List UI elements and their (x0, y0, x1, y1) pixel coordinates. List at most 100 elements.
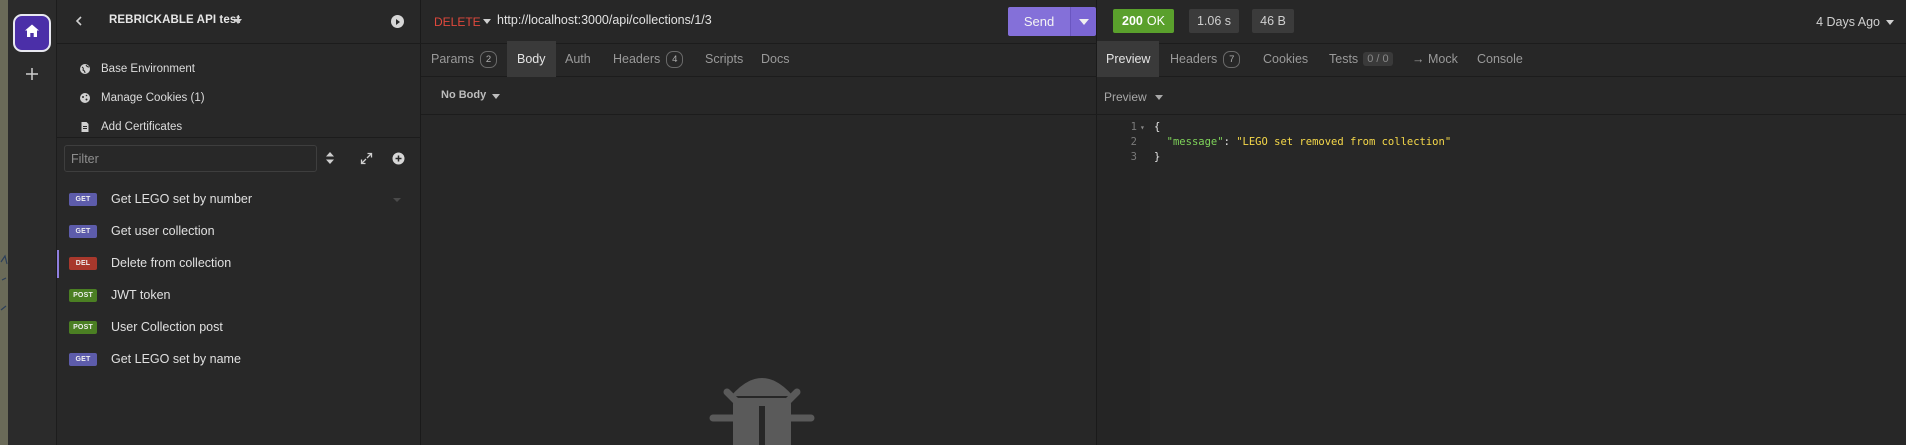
caret-down-icon[interactable] (483, 19, 491, 24)
response-tabs: Preview Headers 7 Cookies Tests 0 / 0 → … (1097, 41, 1906, 77)
request-item[interactable]: GET Get user collection (57, 216, 421, 248)
bug-illustration-icon (707, 368, 817, 445)
request-list: GET Get LEGO set by number GET Get user … (57, 184, 421, 376)
json-key: "message" (1166, 136, 1224, 148)
response-status-bar: 200 OK 1.06 s 46 B 4 Days Ago (1097, 0, 1906, 44)
sidebar-menu: Base Environment Manage Cookies (1) Add … (57, 44, 421, 138)
request-name: Get LEGO set by name (111, 352, 241, 366)
request-item[interactable]: POST JWT token (57, 280, 421, 312)
caret-down-icon[interactable] (492, 94, 500, 99)
caret-down-icon[interactable] (393, 198, 401, 202)
app-window: REBRICKABLE API test Base Environment Ma… (0, 0, 1906, 445)
tab-params[interactable]: Params 2 (421, 41, 507, 77)
tab-docs[interactable]: Docs (751, 41, 799, 77)
request-name: Get LEGO set by number (111, 192, 253, 206)
response-body-viewer[interactable]: 1 ▾ { 2 "message": "LEGO set removed fro… (1097, 120, 1906, 445)
add-project-button[interactable] (23, 66, 41, 84)
cookie-icon (79, 92, 91, 104)
tab-scripts[interactable]: Scripts (695, 41, 753, 77)
tab-label: Auth (565, 52, 591, 66)
caret-down-icon[interactable] (234, 19, 242, 24)
filter-row (57, 145, 421, 175)
send-options-button[interactable] (1070, 7, 1096, 36)
line-gutter (1097, 120, 1150, 445)
request-item-active[interactable]: DEL Delete from collection (57, 248, 421, 280)
tab-auth[interactable]: Auth (555, 41, 601, 77)
tab-label: Docs (761, 52, 790, 66)
tab-label: Params (431, 52, 475, 66)
tab-preview[interactable]: Preview (1097, 41, 1160, 77)
request-item[interactable]: GET Get LEGO set by number (57, 184, 421, 216)
preview-mode-select[interactable]: Preview (1104, 90, 1147, 104)
line-number: 3 (1130, 151, 1137, 163)
code-text: "message": "LEGO set removed from collec… (1154, 135, 1452, 150)
menu-add-certificates[interactable]: Add Certificates (79, 117, 182, 137)
caret-down-icon[interactable] (1155, 95, 1163, 100)
response-size: 46 B (1252, 9, 1294, 33)
home-button[interactable] (13, 14, 51, 52)
tab-headers[interactable]: Headers 4 (603, 41, 693, 77)
url-bar: DELETE Send (421, 0, 1097, 44)
plus-icon (25, 66, 39, 84)
body-type-select[interactable]: No Body (441, 89, 486, 101)
globe-icon (79, 63, 91, 75)
request-name: User Collection post (111, 320, 223, 334)
json-value: "LEGO set removed from collection" (1236, 136, 1452, 148)
expand-icon[interactable] (359, 151, 373, 165)
caret-down-icon (1078, 18, 1089, 25)
send-button[interactable]: Send (1008, 7, 1070, 36)
request-pane: DELETE Send Params 2 Body Auth Headers 4 (421, 0, 1097, 445)
request-name: JWT token (111, 288, 171, 302)
method-badge: POST (69, 289, 97, 302)
tab-label: Headers (613, 52, 661, 66)
menu-item-label: Add Certificates (101, 121, 183, 133)
certificate-icon (79, 121, 91, 133)
code-text: } (1154, 151, 1161, 163)
home-icon (24, 23, 40, 44)
line-number: 2 (1130, 136, 1137, 148)
url-input[interactable] (497, 13, 897, 27)
tab-console[interactable]: Console (1468, 41, 1532, 77)
caret-down-icon[interactable] (1886, 20, 1894, 25)
code-line: 1 ▾ { (1097, 120, 1906, 135)
status-badge: 200 OK (1113, 9, 1174, 33)
request-item[interactable]: POST User Collection post (57, 312, 421, 344)
fold-caret-icon[interactable]: ▾ (1140, 120, 1145, 135)
tab-response-headers[interactable]: Headers 7 (1161, 41, 1249, 77)
add-request-icon[interactable] (391, 151, 405, 165)
menu-manage-cookies[interactable]: Manage Cookies (1) (79, 88, 205, 108)
method-select[interactable]: DELETE (434, 15, 481, 29)
sort-icon[interactable] (323, 151, 337, 165)
filter-input[interactable] (64, 145, 317, 172)
request-name: Get user collection (111, 224, 215, 238)
window-edge (0, 0, 8, 445)
menu-item-label: Manage Cookies (1) (101, 92, 205, 104)
tab-cookies[interactable]: Cookies (1254, 41, 1317, 77)
count-badge: 4 (666, 50, 684, 68)
app-rail (8, 0, 57, 445)
tab-tests[interactable]: Tests 0 / 0 (1320, 41, 1402, 77)
code-line: 2 "message": "LEGO set removed from coll… (1097, 135, 1906, 150)
method-badge: GET (69, 193, 97, 206)
preview-mode-bar: Preview (1097, 77, 1906, 115)
tests-ratio: 0 / 0 (1363, 52, 1393, 66)
desktop-edge-art (0, 250, 8, 370)
body-type-bar: No Body (421, 77, 1097, 115)
status-text: OK (1146, 14, 1165, 28)
tab-body[interactable]: Body (507, 41, 556, 77)
sync-icon[interactable] (391, 15, 404, 28)
project-title[interactable]: REBRICKABLE API test (109, 14, 240, 26)
tab-mock[interactable]: → Mock (1403, 41, 1467, 77)
tab-label: → Mock (1412, 52, 1458, 66)
request-tabs: Params 2 Body Auth Headers 4 Scripts Doc… (421, 41, 1097, 77)
tab-label: Body (517, 52, 546, 66)
request-item[interactable]: GET Get LEGO set by name (57, 344, 421, 376)
tab-label: Preview (1106, 52, 1151, 66)
count-badge: 2 (480, 50, 498, 68)
chevron-left-icon[interactable] (71, 13, 87, 29)
menu-base-environment[interactable]: Base Environment (79, 59, 195, 79)
method-badge: GET (69, 353, 97, 366)
code-text: { (1154, 121, 1161, 133)
response-age[interactable]: 4 Days Ago (1816, 15, 1880, 29)
count-badge: 7 (1223, 50, 1241, 68)
